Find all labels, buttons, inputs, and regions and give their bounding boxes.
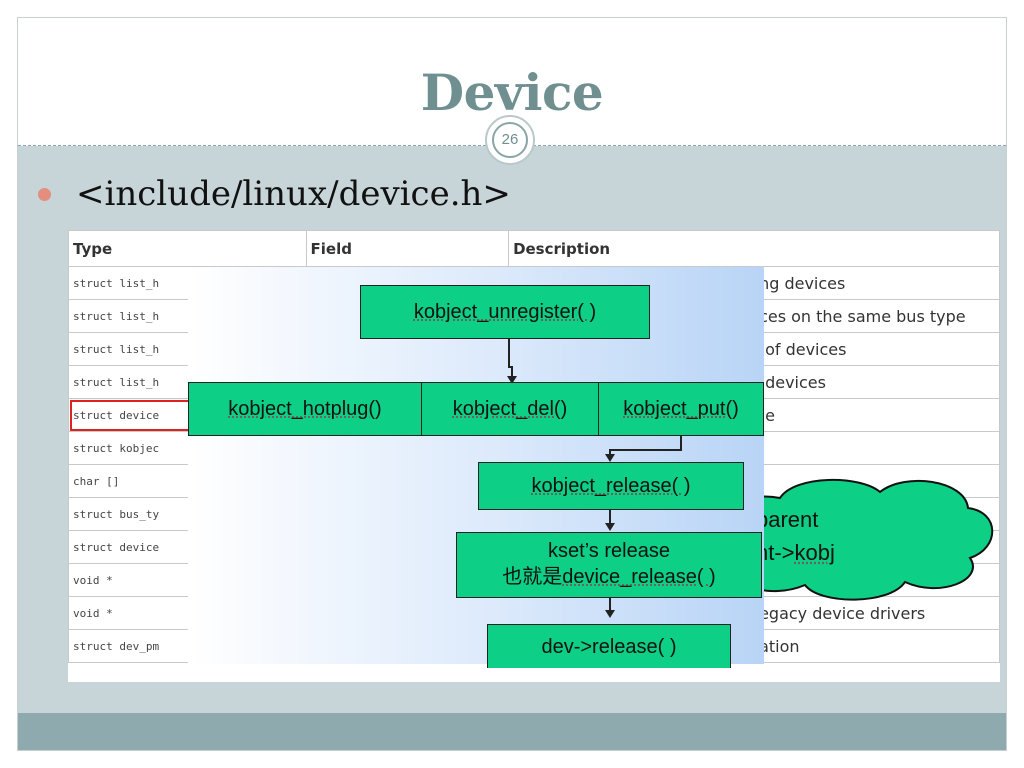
kobject-hotplug-box: kobject_hotplug() — [188, 382, 422, 436]
kset-release-line2: 也就是device_release( ) — [457, 564, 761, 590]
dev-release-box: dev->release( ) — [487, 624, 731, 668]
kobject-del-box: kobject_del() — [421, 382, 599, 436]
kobject-put-label: kobject_put() — [623, 398, 739, 420]
cloud-text-line2: nt->kobj — [756, 540, 835, 566]
cloud-text-func: kobj — [794, 540, 835, 565]
cloud-text-line1: parent — [756, 507, 819, 532]
connector-line — [609, 510, 611, 524]
column-header-type: Type — [68, 230, 307, 267]
column-header-description: Description — [508, 230, 1000, 267]
connector-line — [680, 436, 682, 450]
kobject-release-box: kobject_release( ) — [478, 462, 744, 510]
kobject-hotplug-label: kobject_hotplug() — [228, 398, 382, 420]
kobject-put-box: kobject_put() — [598, 382, 764, 436]
page-number: 26 — [492, 122, 528, 158]
kset-release-box: kset’s release 也就是device_release( ) — [456, 532, 762, 598]
kset-release-func: device_release( ) — [562, 566, 716, 588]
bullet-text: <include/linux/device.h> — [76, 174, 511, 214]
kobject-unregister-box: kobject_unregister( ) — [360, 285, 650, 339]
connector-line — [609, 449, 682, 451]
page-number-badge: 26 — [485, 115, 535, 165]
kobject-unregister-label: kobject_unregister( ) — [413, 301, 597, 323]
kobject-del-label: kobject_del() — [452, 398, 568, 420]
dev-release-label: dev->release( ) — [541, 636, 677, 658]
kobject-release-label: kobject_release( ) — [531, 475, 691, 497]
table-header-row: Type Field Description — [68, 230, 1000, 267]
arrow-down-icon — [605, 454, 615, 462]
column-header-field: Field — [305, 230, 510, 267]
bullet-dot-icon — [38, 188, 51, 201]
arrow-down-icon — [605, 523, 615, 531]
kset-release-prefix: 也就是 — [502, 566, 563, 588]
connector-line — [511, 366, 513, 376]
connector-line — [508, 339, 510, 367]
kset-release-line1: kset’s release — [548, 540, 670, 562]
arrow-down-icon — [605, 610, 615, 618]
